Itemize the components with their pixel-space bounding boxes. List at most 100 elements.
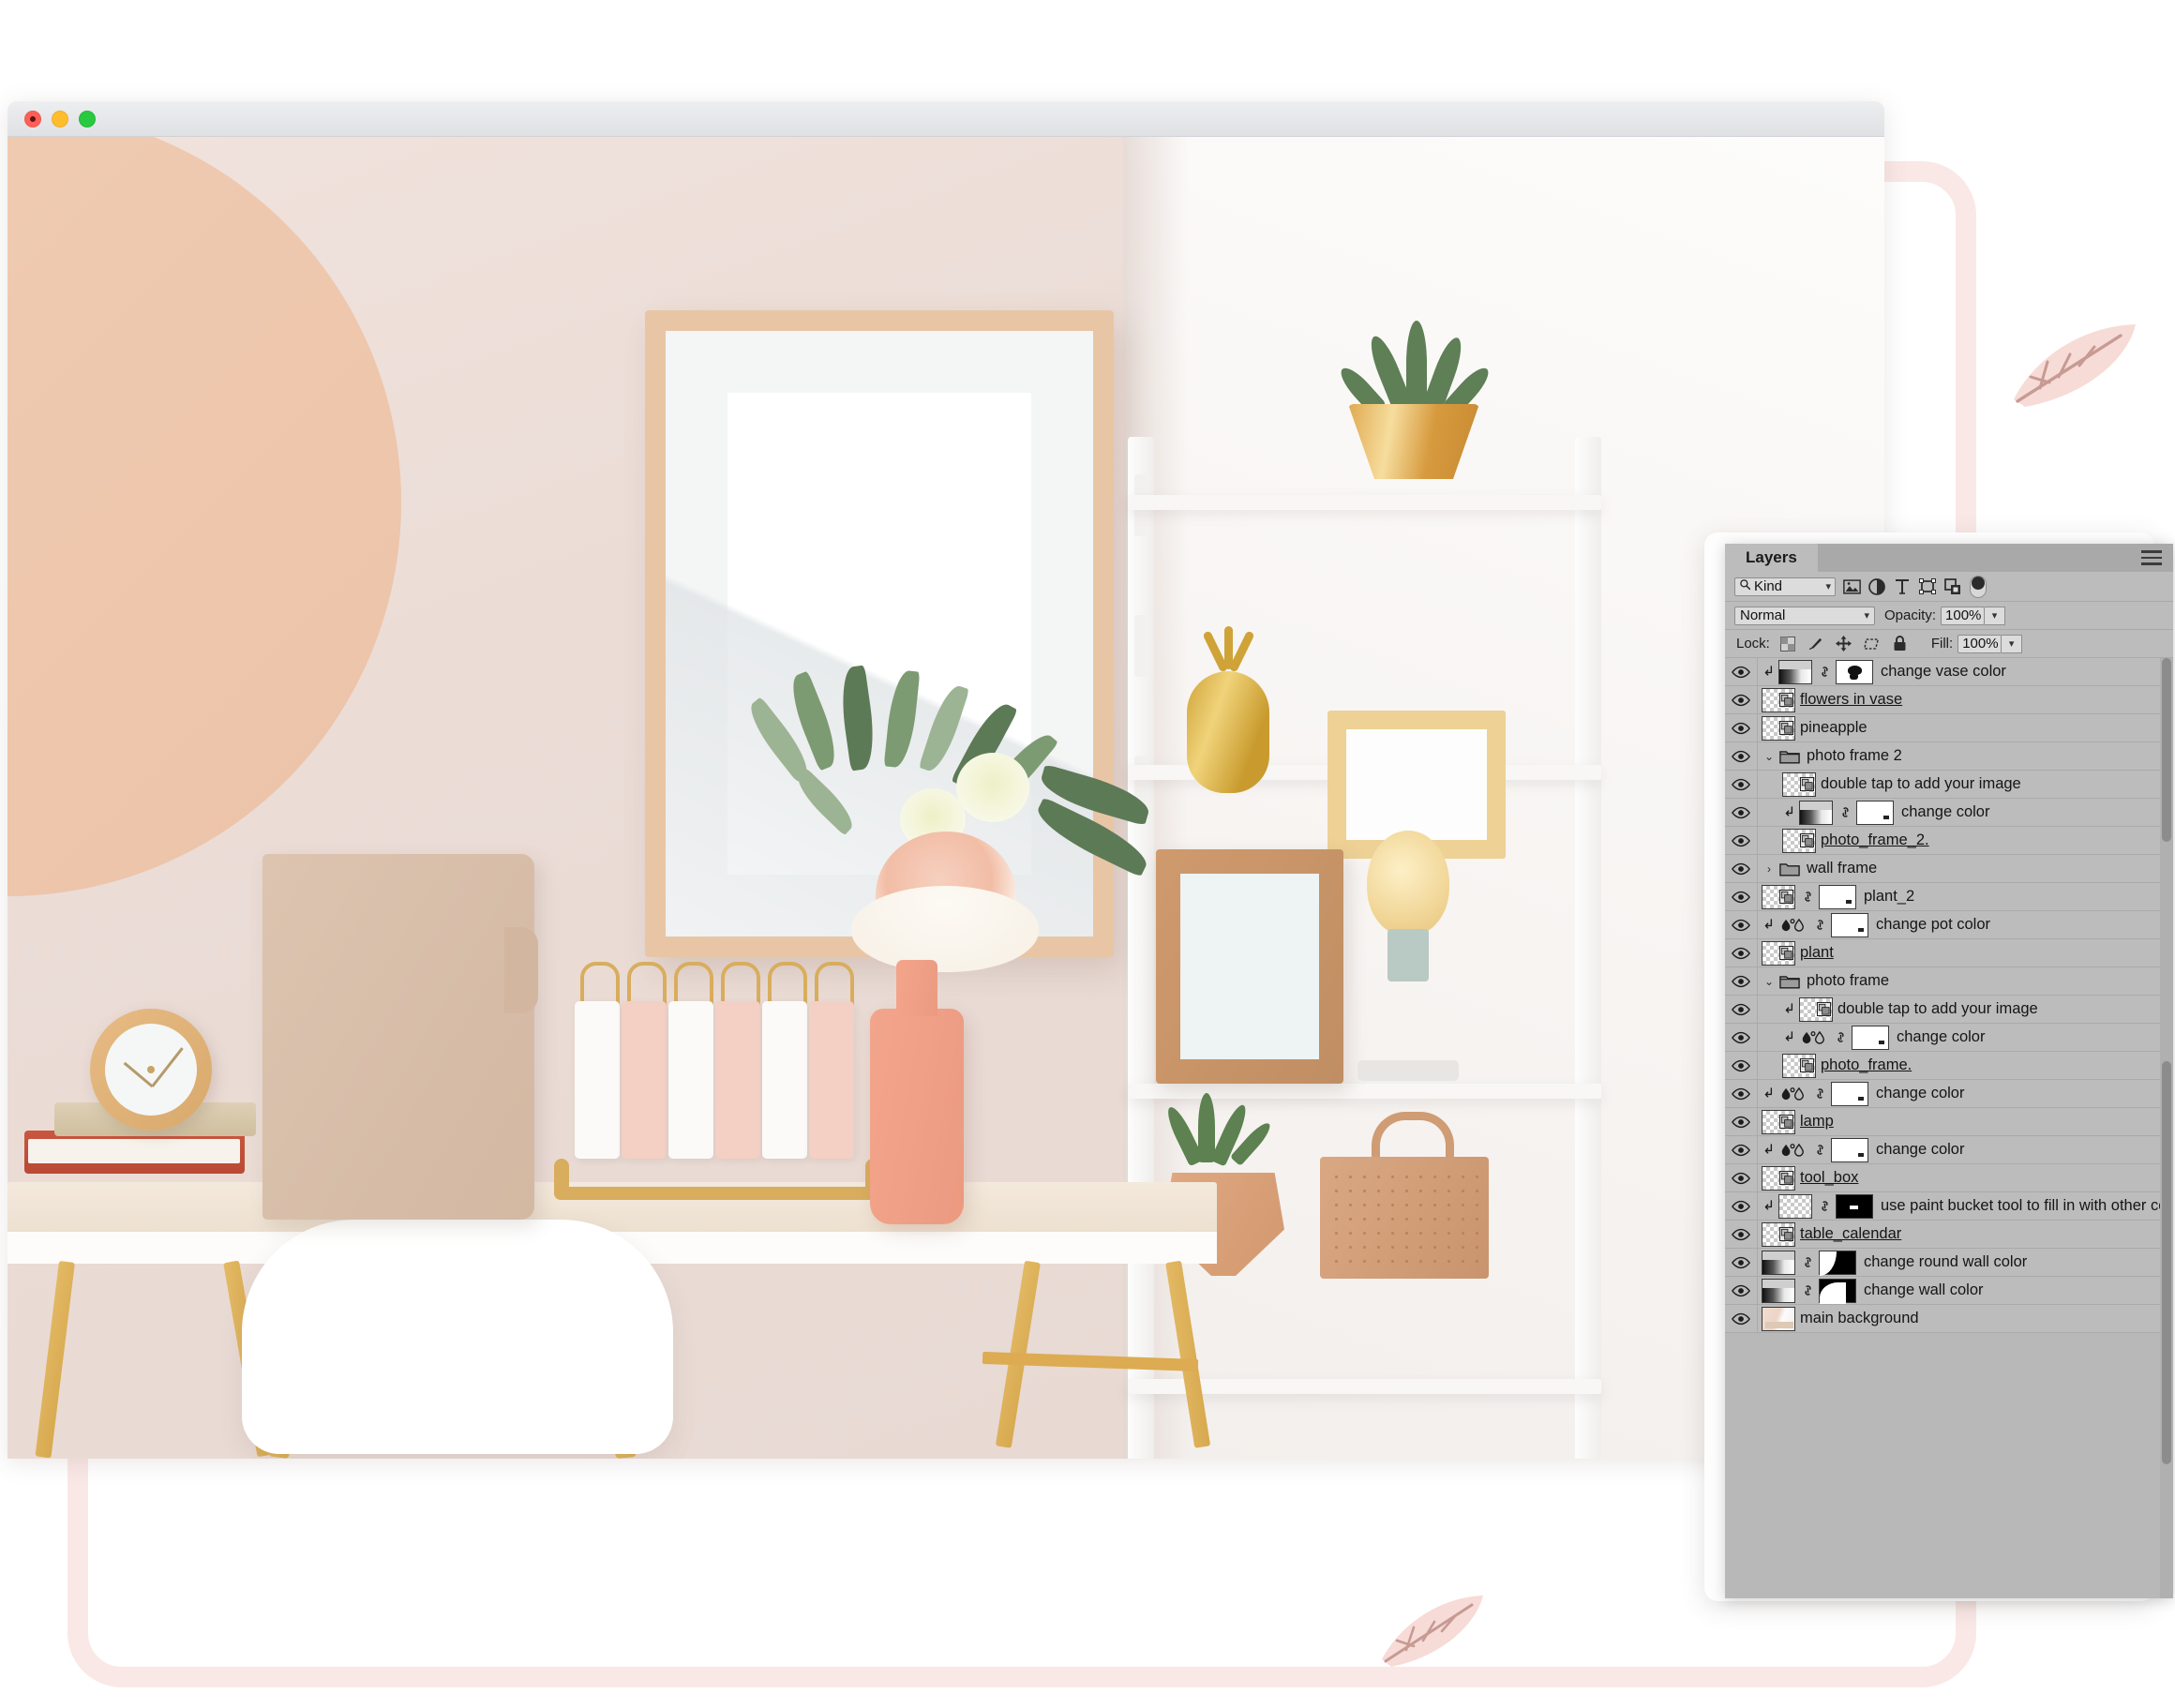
layer-row[interactable]: › wall frame — [1725, 855, 2173, 883]
layer-row[interactable]: ⌄ photo frame — [1725, 967, 2173, 996]
layer-row[interactable]: flowers in vase — [1725, 686, 2173, 714]
layer-visibility-toggle[interactable] — [1725, 778, 1757, 791]
mask-link-icon[interactable] — [1812, 1086, 1827, 1101]
layer-row[interactable]: change color — [1725, 1136, 2173, 1164]
layer-row[interactable]: use paint bucket tool to fill in with ot… — [1725, 1192, 2173, 1221]
layer-mask-thumbnail[interactable] — [1819, 1250, 1856, 1276]
opacity-stepper-chevron-icon[interactable]: ▾ — [1985, 606, 2006, 625]
layer-visibility-toggle[interactable] — [1725, 834, 1757, 847]
layer-visibility-toggle[interactable] — [1725, 1031, 1757, 1044]
blend-mode-select[interactable]: Normal ▾ — [1734, 606, 1875, 625]
layer-visibility-toggle[interactable] — [1725, 975, 1757, 988]
layer-row[interactable]: change color — [1725, 1080, 2173, 1108]
mask-link-icon[interactable] — [1833, 1030, 1848, 1044]
type-filter-icon[interactable] — [1893, 577, 1912, 596]
lock-position-icon[interactable] — [1834, 635, 1854, 653]
layer-thumbnail[interactable] — [1762, 884, 1795, 909]
layer-thumbnail[interactable] — [1778, 659, 1812, 684]
layer-thumbnail[interactable] — [1762, 1250, 1795, 1275]
lock-transparent-pixels-icon[interactable] — [1778, 635, 1798, 653]
layer-mask-thumbnail[interactable] — [1836, 659, 1873, 684]
layer-visibility-toggle[interactable] — [1725, 1256, 1757, 1269]
layer-row[interactable]: photo_frame. — [1725, 1052, 2173, 1080]
hue-saturation-adjustment-icon[interactable] — [1799, 1030, 1827, 1045]
mask-link-icon[interactable] — [1800, 1255, 1815, 1269]
layer-thumbnail[interactable] — [1762, 1278, 1795, 1303]
layer-visibility-toggle[interactable] — [1725, 1312, 1757, 1326]
hue-saturation-adjustment-icon[interactable] — [1778, 918, 1807, 933]
layer-thumbnail[interactable] — [1762, 687, 1795, 712]
layer-thumbnail[interactable] — [1799, 996, 1833, 1022]
layer-row[interactable]: double tap to add your image — [1725, 771, 2173, 799]
fill-stepper-chevron-icon[interactable]: ▾ — [2002, 634, 2023, 653]
layer-visibility-toggle[interactable] — [1725, 947, 1757, 960]
hue-saturation-adjustment-icon[interactable] — [1778, 1143, 1807, 1158]
image-filter-icon[interactable] — [1842, 577, 1861, 596]
lock-all-icon[interactable] — [1890, 635, 1911, 653]
layer-thumbnail[interactable] — [1762, 1109, 1795, 1134]
filter-toggle-switch[interactable] — [1970, 575, 1987, 598]
layer-row[interactable]: pineapple — [1725, 714, 2173, 742]
layer-thumbnail[interactable] — [1762, 1165, 1795, 1191]
layer-visibility-toggle[interactable] — [1725, 666, 1757, 679]
mask-link-icon[interactable] — [1812, 918, 1827, 932]
layer-row[interactable]: change pot color — [1725, 911, 2173, 939]
layer-thumbnail[interactable] — [1762, 1306, 1795, 1331]
fill-input[interactable]: 100% — [1958, 634, 2002, 653]
layer-thumbnail[interactable] — [1782, 828, 1816, 853]
layer-row[interactable]: tool_box — [1725, 1164, 2173, 1192]
chevron-down-icon[interactable]: ⌄ — [1762, 750, 1777, 763]
mask-link-icon[interactable] — [1800, 890, 1815, 904]
layer-row[interactable]: change wall color — [1725, 1277, 2173, 1305]
shape-filter-icon[interactable] — [1918, 577, 1937, 596]
kind-filter-select[interactable]: Kind ▾ — [1734, 577, 1836, 596]
layer-row[interactable]: plant_2 — [1725, 883, 2173, 911]
scrollbar-thumb[interactable] — [2162, 1061, 2171, 1464]
layer-thumbnail[interactable] — [1782, 772, 1816, 797]
layer-list-scrollbar[interactable] — [2160, 658, 2173, 1598]
layer-visibility-toggle[interactable] — [1725, 1284, 1757, 1297]
lock-artboard-icon[interactable] — [1862, 635, 1882, 653]
layer-visibility-toggle[interactable] — [1725, 1172, 1757, 1185]
mask-link-icon[interactable] — [1817, 665, 1832, 679]
layer-visibility-toggle[interactable] — [1725, 722, 1757, 735]
layer-visibility-toggle[interactable] — [1725, 1003, 1757, 1016]
layer-visibility-toggle[interactable] — [1725, 750, 1757, 763]
layer-visibility-toggle[interactable] — [1725, 1144, 1757, 1157]
layer-row[interactable]: double tap to add your image — [1725, 996, 2173, 1024]
hamburger-menu-icon[interactable] — [2141, 550, 2162, 565]
layer-row[interactable]: table_calendar — [1725, 1221, 2173, 1249]
layer-row[interactable]: change vase color — [1725, 658, 2173, 686]
tab-layers[interactable]: Layers — [1725, 544, 1818, 572]
layer-row[interactable]: photo_frame_2. — [1725, 827, 2173, 855]
chevron-down-icon[interactable]: ⌄ — [1762, 975, 1777, 988]
layer-row[interactable]: main background — [1725, 1305, 2173, 1333]
layer-visibility-toggle[interactable] — [1725, 806, 1757, 819]
opacity-input[interactable]: 100% — [1941, 606, 1986, 625]
layer-row[interactable]: lamp — [1725, 1108, 2173, 1136]
hue-saturation-adjustment-icon[interactable] — [1778, 1086, 1807, 1101]
layer-visibility-toggle[interactable] — [1725, 1059, 1757, 1072]
layer-row[interactable]: change color — [1725, 1024, 2173, 1052]
layer-visibility-toggle[interactable] — [1725, 891, 1757, 904]
layer-thumbnail[interactable] — [1799, 800, 1833, 825]
layer-mask-thumbnail[interactable] — [1852, 1025, 1889, 1050]
layer-mask-thumbnail[interactable] — [1856, 800, 1894, 825]
layer-visibility-toggle[interactable] — [1725, 1200, 1757, 1213]
lock-image-pixels-icon[interactable] — [1806, 635, 1826, 653]
mask-link-icon[interactable] — [1800, 1283, 1815, 1297]
maximize-button[interactable] — [79, 110, 96, 127]
layer-mask-thumbnail[interactable] — [1831, 912, 1868, 937]
mask-link-icon[interactable] — [1838, 805, 1852, 819]
close-button[interactable] — [24, 110, 41, 127]
layer-thumbnail[interactable] — [1782, 1053, 1816, 1078]
mask-link-icon[interactable] — [1817, 1199, 1832, 1213]
minimize-button[interactable] — [52, 110, 68, 127]
layer-mask-thumbnail[interactable] — [1819, 1278, 1856, 1304]
layer-list[interactable]: change vase color flowers in vase pineappl… — [1725, 658, 2173, 1598]
layer-visibility-toggle[interactable] — [1725, 919, 1757, 932]
layer-row[interactable]: ⌄ photo frame 2 — [1725, 742, 2173, 771]
layer-row[interactable]: plant — [1725, 939, 2173, 967]
mask-link-icon[interactable] — [1812, 1143, 1827, 1157]
layer-mask-thumbnail[interactable] — [1831, 1137, 1868, 1162]
